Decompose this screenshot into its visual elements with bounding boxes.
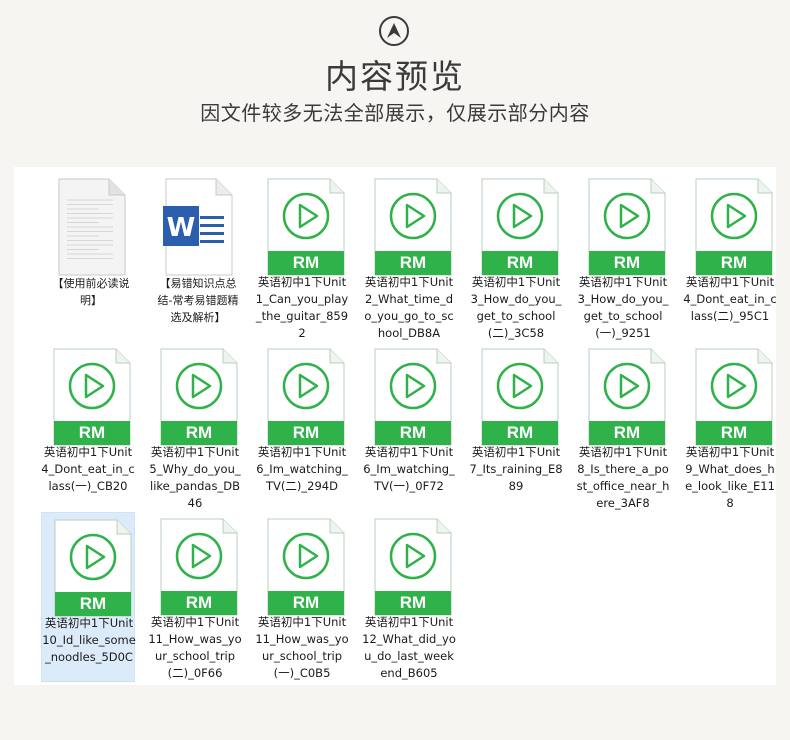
file-item[interactable]: RM 英语初中1下Unit3_How_do_you_get_to_school(二… — [469, 172, 563, 342]
file-item[interactable]: RM 英语初中1下Unit9_What_does_he_look_like_E11… — [683, 342, 777, 512]
file-type-badge: RM — [399, 423, 427, 442]
file-name: 英语初中1下Unit3_How_do_you_get_to_school(二)_… — [470, 275, 562, 340]
file-type-badge: RM — [292, 593, 320, 612]
file-name: 【易错知识点总结-常考易错题精选及解析】 — [157, 277, 239, 324]
file-type-badge: RM — [506, 423, 534, 442]
file-type-badge: RM — [292, 423, 320, 442]
file-type-badge: RM — [292, 253, 320, 272]
file-item[interactable]: RM 英语初中1下Unit1_Can_you_play_the_guitar_85… — [255, 172, 349, 342]
page-subtitle: 因文件较多无法全部展示，仅展示部分内容 — [200, 101, 590, 125]
file-item[interactable]: RM 英语初中1下Unit3_How_do_you_get_to_school(一… — [576, 172, 670, 342]
file-type-badge: RM — [613, 253, 641, 272]
file-type-badge: RM — [78, 423, 106, 442]
page-title: 内容预览 — [325, 57, 465, 96]
file-item[interactable]: RM 英语初中1下Unit12_What_did_you_do_last_week… — [362, 512, 456, 682]
file-name: 英语初中1下Unit11_How_was_your_school_trip(二)… — [148, 615, 242, 680]
file-name: 英语初中1下Unit6_Im_watching_TV(二)_294D — [256, 445, 348, 493]
file-item[interactable]: W 【易错知识点总结-常考易错题精选及解析】 — [148, 172, 242, 342]
file-name: 英语初中1下Unit2_What_time_do_you_go_to_schoo… — [364, 275, 454, 340]
file-name: 英语初中1下Unit3_How_do_you_get_to_school(一)_… — [577, 275, 669, 340]
file-item[interactable]: RM 英语初中1下Unit4_Dont_eat_in_class(二)_95C1 — [683, 172, 777, 342]
file-type-badge: RM — [720, 423, 748, 442]
file-type-badge: RM — [185, 423, 213, 442]
file-item[interactable]: RM 英语初中1下Unit7_Its_raining_E889 — [469, 342, 563, 512]
file-item[interactable]: RM 英语初中1下Unit5_Why_do_you_like_pandas_DB4… — [148, 342, 242, 512]
file-name: 英语初中1下Unit8_Is_there_a_post_office_near_… — [576, 445, 670, 510]
file-preview-panel: 【使用前必读说明】 W 【易错知识点总结-常考易错题精选及解析】 RM 英语初中1下Un… — [14, 167, 777, 685]
file-name: 英语初中1下Unit6_Im_watching_TV(一)_0F72 — [363, 445, 455, 493]
file-name: 英语初中1下Unit12_What_did_you_do_last_weeken… — [362, 615, 456, 680]
file-type-badge: RM — [399, 253, 427, 272]
file-name: 英语初中1下Unit11_How_was_your_school_trip(一)… — [255, 615, 349, 680]
file-name: 英语初中1下Unit5_Why_do_you_like_pandas_DB46 — [149, 445, 241, 510]
file-name: 英语初中1下Unit1_Can_you_play_the_guitar_8592 — [255, 275, 349, 340]
svg-text:W: W — [167, 213, 196, 243]
file-name: 【使用前必读说明】 — [52, 277, 130, 307]
file-item[interactable]: RM 英语初中1下Unit6_Im_watching_TV(二)_294D — [255, 342, 349, 512]
file-type-badge: RM — [79, 594, 107, 613]
file-item[interactable]: RM 英语初中1下Unit11_How_was_your_school_trip(… — [148, 512, 242, 682]
file-name: 英语初中1下Unit7_Its_raining_E889 — [469, 445, 563, 493]
file-type-badge: RM — [613, 423, 641, 442]
file-item[interactable]: RM 英语初中1下Unit10_Id_like_some_noodles_5D0C — [41, 512, 136, 682]
file-grid: 【使用前必读说明】 W 【易错知识点总结-常考易错题精选及解析】 RM 英语初中1下Un… — [14, 167, 777, 685]
file-name: 英语初中1下Unit9_What_does_he_look_like_E118 — [685, 445, 775, 510]
word-document-icon: W — [160, 178, 238, 276]
file-type-badge: RM — [506, 253, 534, 272]
file-item[interactable]: RM 英语初中1下Unit4_Dont_eat_in_class(一)_CB20 — [41, 342, 135, 512]
text-document-icon — [53, 178, 131, 276]
chevron-up-circle-icon — [379, 16, 409, 46]
file-item[interactable]: RM 英语初中1下Unit2_What_time_do_you_go_to_sch… — [362, 172, 456, 342]
file-name: 英语初中1下Unit4_Dont_eat_in_class(二)_95C1 — [683, 275, 777, 323]
file-type-badge: RM — [720, 253, 748, 272]
file-item[interactable]: RM 英语初中1下Unit11_How_was_your_school_trip(… — [255, 512, 349, 682]
file-item[interactable]: 【使用前必读说明】 — [41, 172, 135, 342]
file-name: 英语初中1下Unit4_Dont_eat_in_class(一)_CB20 — [41, 445, 135, 493]
preview-header: 内容预览 因文件较多无法全部展示，仅展示部分内容 — [0, 0, 790, 160]
file-type-badge: RM — [399, 593, 427, 612]
file-type-badge: RM — [185, 593, 213, 612]
file-item[interactable]: RM 英语初中1下Unit8_Is_there_a_post_office_nea… — [576, 342, 670, 512]
file-item[interactable]: RM 英语初中1下Unit6_Im_watching_TV(一)_0F72 — [362, 342, 456, 512]
file-name: 英语初中1下Unit10_Id_like_some_noodles_5D0C — [42, 616, 136, 664]
